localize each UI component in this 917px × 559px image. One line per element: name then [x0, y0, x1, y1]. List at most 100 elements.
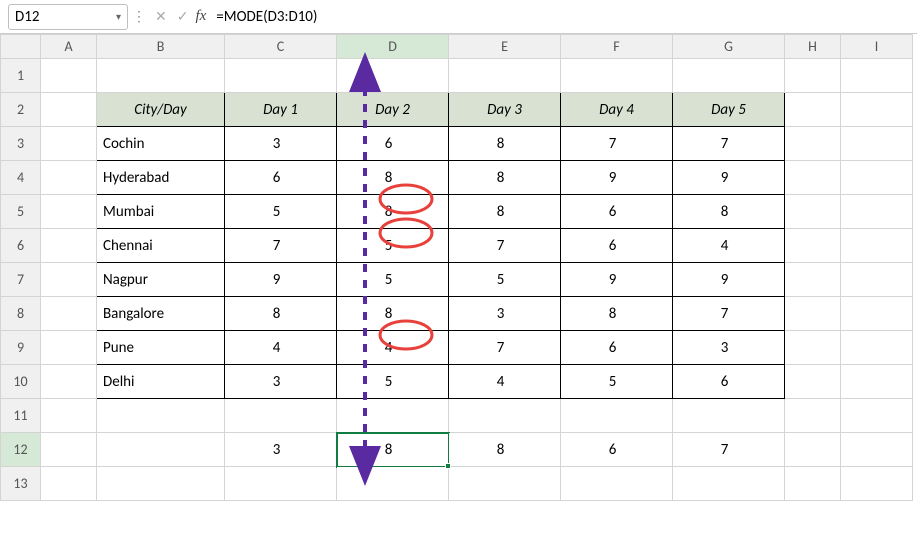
col-header-H[interactable]: H [785, 35, 841, 59]
enter-icon[interactable]: ✓ [177, 8, 189, 25]
row-header[interactable]: 7 [1, 263, 41, 297]
table-cell[interactable]: 8 [337, 195, 449, 229]
table-header-day1[interactable]: Day 1 [225, 93, 337, 127]
col-header-C[interactable]: C [225, 35, 337, 59]
cell[interactable] [41, 195, 97, 229]
name-box[interactable]: D12 ▾ [8, 4, 128, 30]
table-cell[interactable]: 7 [673, 127, 785, 161]
cell[interactable] [841, 263, 913, 297]
result-cell[interactable]: 6 [561, 433, 673, 467]
table-cell[interactable]: 9 [561, 263, 673, 297]
cell[interactable] [785, 467, 841, 501]
table-cell[interactable]: 6 [561, 331, 673, 365]
row-header[interactable]: 6 [1, 229, 41, 263]
table-cell[interactable]: 4 [449, 365, 561, 399]
table-cell[interactable]: 5 [337, 263, 449, 297]
table-cell[interactable]: 3 [449, 297, 561, 331]
cell[interactable] [785, 59, 841, 93]
table-cell[interactable]: 3 [225, 127, 337, 161]
cell[interactable] [41, 433, 97, 467]
table-cell[interactable]: Mumbai [97, 195, 225, 229]
row-header[interactable]: 3 [1, 127, 41, 161]
row-header[interactable]: 12 [1, 433, 41, 467]
cell[interactable] [785, 433, 841, 467]
table-cell[interactable]: 4 [225, 331, 337, 365]
cell[interactable] [673, 467, 785, 501]
table-cell[interactable]: 8 [337, 161, 449, 195]
cell[interactable] [41, 93, 97, 127]
cell[interactable] [841, 195, 913, 229]
table-cell[interactable]: Pune [97, 331, 225, 365]
fill-handle[interactable] [445, 463, 451, 469]
cell[interactable] [841, 59, 913, 93]
cell[interactable] [785, 93, 841, 127]
table-cell[interactable]: Hyderabad [97, 161, 225, 195]
table-header-day2[interactable]: Day 2 [337, 93, 449, 127]
cell[interactable] [785, 365, 841, 399]
row-header[interactable]: 8 [1, 297, 41, 331]
select-all-corner[interactable] [1, 35, 41, 59]
table-cell[interactable]: 4 [673, 229, 785, 263]
col-header-G[interactable]: G [673, 35, 785, 59]
cell[interactable] [41, 161, 97, 195]
table-cell[interactable]: 7 [673, 297, 785, 331]
cell[interactable] [673, 399, 785, 433]
cell[interactable] [41, 365, 97, 399]
cell[interactable] [785, 263, 841, 297]
table-cell[interactable]: 9 [561, 161, 673, 195]
cell[interactable] [41, 127, 97, 161]
table-header-day4[interactable]: Day 4 [561, 93, 673, 127]
table-cell[interactable]: 7 [225, 229, 337, 263]
row-header[interactable]: 4 [1, 161, 41, 195]
table-cell[interactable]: 3 [673, 331, 785, 365]
cell[interactable] [225, 467, 337, 501]
table-cell[interactable]: Chennai [97, 229, 225, 263]
table-cell[interactable]: 5 [337, 229, 449, 263]
cell[interactable] [841, 229, 913, 263]
formula-input[interactable]: =MODE(D3:D10) [212, 6, 909, 28]
table-cell[interactable]: 8 [673, 195, 785, 229]
cell[interactable] [449, 59, 561, 93]
table-cell[interactable]: 9 [225, 263, 337, 297]
row-header[interactable]: 1 [1, 59, 41, 93]
cell[interactable] [97, 433, 225, 467]
table-cell[interactable]: 5 [449, 263, 561, 297]
cell[interactable] [561, 467, 673, 501]
cell[interactable] [41, 263, 97, 297]
cell[interactable] [841, 467, 913, 501]
cell[interactable] [841, 297, 913, 331]
table-cell[interactable]: 9 [673, 161, 785, 195]
cell[interactable] [785, 331, 841, 365]
cell[interactable] [449, 467, 561, 501]
table-cell[interactable]: 6 [673, 365, 785, 399]
table-cell[interactable]: 7 [449, 229, 561, 263]
cell[interactable] [841, 433, 913, 467]
result-cell[interactable]: 7 [673, 433, 785, 467]
table-cell[interactable]: 5 [561, 365, 673, 399]
row-header[interactable]: 13 [1, 467, 41, 501]
table-header-day5[interactable]: Day 5 [673, 93, 785, 127]
table-cell[interactable]: 7 [449, 331, 561, 365]
cell[interactable] [841, 365, 913, 399]
table-cell[interactable]: 8 [561, 297, 673, 331]
cell[interactable] [785, 161, 841, 195]
cell[interactable] [97, 399, 225, 433]
table-cell[interactable]: 8 [449, 127, 561, 161]
table-cell[interactable]: Delhi [97, 365, 225, 399]
cell[interactable] [41, 229, 97, 263]
col-header-A[interactable]: A [41, 35, 97, 59]
col-header-E[interactable]: E [449, 35, 561, 59]
table-cell[interactable]: 3 [225, 365, 337, 399]
table-cell[interactable]: 8 [449, 161, 561, 195]
cancel-icon[interactable]: ✕ [155, 8, 167, 25]
table-cell[interactable]: 6 [337, 127, 449, 161]
cell[interactable] [785, 399, 841, 433]
result-cell[interactable]: 8 [449, 433, 561, 467]
cell[interactable] [41, 297, 97, 331]
cell[interactable] [225, 59, 337, 93]
table-cell[interactable]: Bangalore [97, 297, 225, 331]
col-header-D[interactable]: D [337, 35, 449, 59]
table-cell[interactable]: 4 [337, 331, 449, 365]
result-cell[interactable]: 3 [225, 433, 337, 467]
cell[interactable] [41, 399, 97, 433]
